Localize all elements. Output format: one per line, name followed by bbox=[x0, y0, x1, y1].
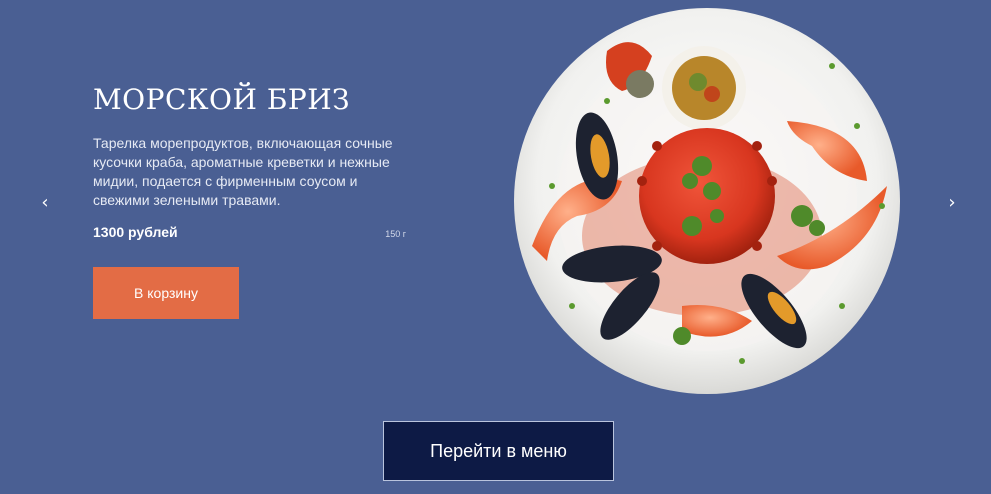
next-slide-button[interactable]: › bbox=[940, 188, 964, 216]
go-to-menu-button[interactable]: Перейти в меню bbox=[383, 421, 614, 481]
chevron-right-icon: › bbox=[948, 191, 956, 213]
chevron-left-icon: ‹ bbox=[41, 191, 49, 213]
dish-slider: ‹ МОРСКОЙ БРИЗ Тарелка морепродуктов, вк… bbox=[0, 0, 991, 410]
dish-meta: 1300 рублей 150 г bbox=[93, 224, 406, 240]
dish-image bbox=[512, 6, 902, 396]
dish-weight: 150 г bbox=[385, 229, 406, 239]
dish-description: Тарелка морепродуктов, включающая сочные… bbox=[93, 135, 393, 208]
seafood-plate-photo bbox=[514, 8, 900, 394]
dish-info: МОРСКОЙ БРИЗ Тарелка морепродуктов, вклю… bbox=[93, 82, 423, 240]
dish-price: 1300 рублей bbox=[93, 224, 178, 240]
prev-slide-button[interactable]: ‹ bbox=[33, 188, 57, 216]
dish-title: МОРСКОЙ БРИЗ bbox=[93, 83, 351, 116]
add-to-cart-button[interactable]: В корзину bbox=[93, 267, 239, 319]
